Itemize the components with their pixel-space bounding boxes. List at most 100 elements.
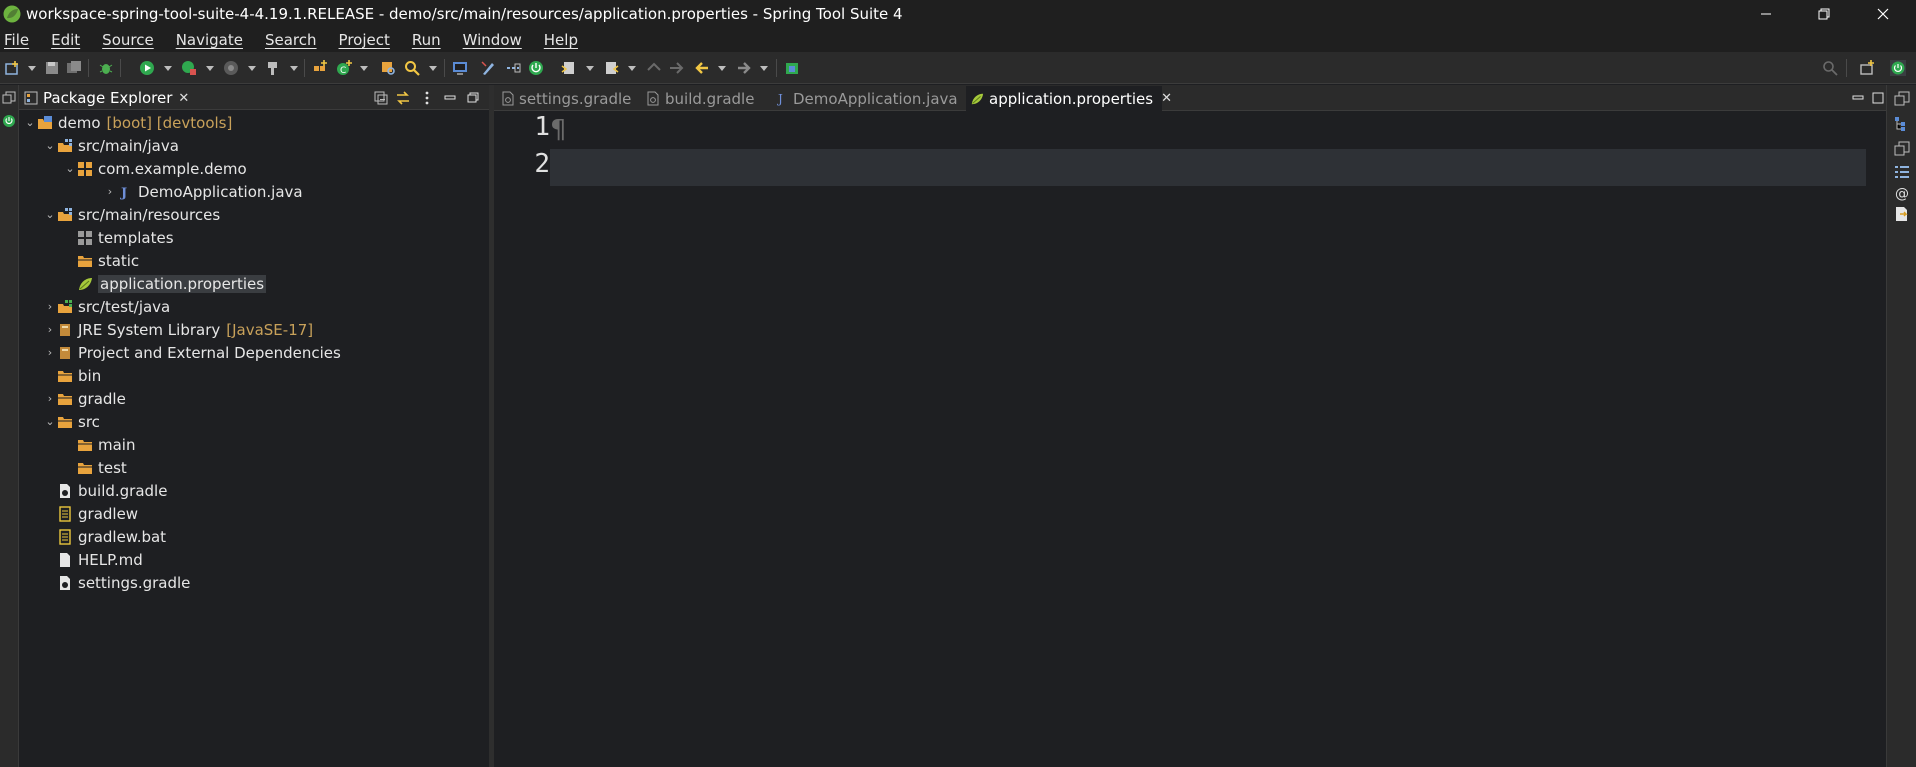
new-class-dropdown-arrow[interactable] bbox=[360, 66, 368, 71]
close-icon[interactable]: ✕ bbox=[178, 91, 189, 106]
menu-run[interactable]: Run bbox=[412, 31, 441, 49]
toggle-block-selection-icon[interactable] bbox=[505, 60, 521, 76]
new-icon[interactable] bbox=[4, 60, 20, 76]
tree-node-help-md[interactable]: HELP.md bbox=[43, 548, 143, 571]
maximize-view-icon[interactable] bbox=[465, 90, 481, 106]
tree-node-gradlew[interactable]: gradlew bbox=[43, 502, 138, 525]
forward-history-icon[interactable] bbox=[668, 60, 684, 76]
run-icon[interactable] bbox=[139, 60, 155, 76]
menu-window[interactable]: Window bbox=[463, 31, 522, 49]
build-dropdown-arrow[interactable] bbox=[290, 66, 298, 71]
chevron-right-icon[interactable]: › bbox=[43, 392, 57, 405]
collapse-all-icon[interactable] bbox=[373, 90, 389, 106]
tree-node-main[interactable]: main bbox=[63, 433, 135, 456]
chevron-down-icon[interactable]: ⌄ bbox=[43, 139, 57, 152]
tree-node-demoapplication-java[interactable]: › J DemoApplication.java bbox=[103, 180, 303, 203]
quick-access-search-icon[interactable] bbox=[1822, 60, 1838, 76]
tree-node-src-test-java[interactable]: › src/test/java bbox=[43, 295, 170, 318]
tree-node-com-example-demo[interactable]: ⌄ com.example.demo bbox=[63, 157, 246, 180]
tree-node-settings-gradle[interactable]: settings.gradle bbox=[43, 571, 190, 594]
minimize-editor-icon[interactable] bbox=[1850, 90, 1866, 106]
terminal-icon[interactable] bbox=[452, 60, 468, 76]
search-dropdown-arrow[interactable] bbox=[429, 66, 437, 71]
outline-icon[interactable] bbox=[1894, 116, 1910, 132]
new-dropdown-arrow[interactable] bbox=[28, 66, 36, 71]
minimize-view-icon[interactable] bbox=[442, 90, 458, 106]
next-annotation-icon[interactable] bbox=[561, 60, 577, 76]
link-with-editor-icon[interactable] bbox=[395, 90, 411, 106]
build-icon[interactable] bbox=[266, 60, 282, 76]
menu-navigate[interactable]: Navigate bbox=[176, 31, 243, 49]
external-tools-icon[interactable] bbox=[223, 60, 239, 76]
restore-view-icon[interactable] bbox=[2, 91, 16, 105]
close-icon[interactable]: ✕ bbox=[1161, 91, 1172, 106]
chevron-down-icon[interactable]: ⌄ bbox=[43, 415, 57, 428]
boot-dashboard-icon[interactable] bbox=[2, 114, 16, 128]
tree-node-src-main-java[interactable]: ⌄ src/main/java bbox=[43, 134, 179, 157]
tree-node-build-gradle[interactable]: build.gradle bbox=[43, 479, 167, 502]
menu-project[interactable]: Project bbox=[339, 31, 390, 49]
menu-file[interactable]: File bbox=[4, 31, 29, 49]
tab-settings-gradle[interactable]: settings.gradle bbox=[498, 86, 631, 111]
new-package-icon[interactable] bbox=[312, 60, 328, 76]
spring-boot-dashboard-icon[interactable] bbox=[528, 60, 544, 76]
chevron-right-icon[interactable]: › bbox=[43, 300, 57, 313]
menu-edit[interactable]: Edit bbox=[51, 31, 80, 49]
tree-node-bin[interactable]: bin bbox=[43, 364, 101, 387]
javadoc-icon[interactable]: @ bbox=[1894, 185, 1910, 201]
menu-source[interactable]: Source bbox=[102, 31, 154, 49]
maximize-editor-icon[interactable] bbox=[1870, 90, 1886, 106]
close-window-button[interactable] bbox=[1854, 0, 1912, 28]
chevron-right-icon[interactable]: › bbox=[103, 185, 117, 198]
chevron-down-icon[interactable]: ⌄ bbox=[43, 208, 57, 221]
tab-application-properties[interactable]: application.properties ✕ bbox=[966, 86, 1172, 111]
spring-perspective-icon[interactable] bbox=[1890, 60, 1906, 76]
next-annotation-dropdown-arrow[interactable] bbox=[586, 66, 594, 71]
chevron-right-icon[interactable]: › bbox=[43, 346, 57, 359]
back-dropdown-arrow[interactable] bbox=[718, 66, 726, 71]
save-icon[interactable] bbox=[44, 60, 60, 76]
toggle-mark-occurrences-icon[interactable] bbox=[480, 60, 496, 76]
back-icon[interactable] bbox=[694, 60, 710, 76]
tree-node-test[interactable]: test bbox=[63, 456, 127, 479]
tree-node-src-main-resources[interactable]: ⌄ src/main/resources bbox=[43, 203, 220, 226]
debug-icon[interactable] bbox=[98, 60, 114, 76]
chevron-down-icon[interactable]: ⌄ bbox=[63, 162, 77, 175]
tree-node-templates[interactable]: templates bbox=[63, 226, 174, 249]
last-edit-location-icon[interactable] bbox=[646, 60, 662, 76]
new-class-icon[interactable]: C bbox=[336, 60, 352, 76]
forward-dropdown-arrow[interactable] bbox=[760, 66, 768, 71]
open-perspective-icon[interactable] bbox=[1859, 60, 1875, 76]
previous-annotation-icon[interactable] bbox=[603, 60, 619, 76]
forward-icon[interactable] bbox=[736, 60, 752, 76]
run-coverage-icon[interactable] bbox=[181, 60, 197, 76]
previous-annotation-dropdown-arrow[interactable] bbox=[628, 66, 636, 71]
save-all-icon[interactable] bbox=[66, 60, 82, 76]
restore-button[interactable] bbox=[1795, 0, 1853, 28]
tree-node-static[interactable]: static bbox=[63, 249, 139, 272]
tree-node-gradlew-bat[interactable]: gradlew.bat bbox=[43, 525, 166, 548]
open-type-icon[interactable] bbox=[380, 60, 396, 76]
tree-node-project[interactable]: ⌄ demo [boot] [devtools] bbox=[23, 111, 232, 134]
tree-node-jre-system-library[interactable]: › JRE System Library [JavaSE-17] bbox=[43, 318, 313, 341]
restore-view-icon[interactable] bbox=[1894, 141, 1910, 157]
declaration-icon[interactable] bbox=[1894, 206, 1910, 222]
tree-node-gradle[interactable]: › gradle bbox=[43, 387, 126, 410]
pin-editor-icon[interactable] bbox=[784, 60, 800, 76]
external-tools-dropdown-arrow[interactable] bbox=[248, 66, 256, 71]
restore-view-icon[interactable] bbox=[1894, 91, 1910, 107]
text-editor[interactable]: 1 2 ¶ bbox=[494, 112, 1886, 767]
minimize-button[interactable] bbox=[1737, 0, 1795, 28]
menu-help[interactable]: Help bbox=[544, 31, 578, 49]
tree-node-project-external-dependencies[interactable]: › Project and External Dependencies bbox=[43, 341, 341, 364]
problems-list-icon[interactable] bbox=[1894, 164, 1910, 180]
chevron-down-icon[interactable]: ⌄ bbox=[23, 116, 37, 129]
tree-node-src[interactable]: ⌄ src bbox=[43, 410, 100, 433]
chevron-right-icon[interactable]: › bbox=[43, 323, 57, 336]
menu-search[interactable]: Search bbox=[265, 31, 317, 49]
tab-build-gradle[interactable]: build.gradle bbox=[642, 86, 762, 111]
view-menu-icon[interactable] bbox=[419, 90, 435, 106]
tree-node-application-properties[interactable]: application.properties bbox=[63, 272, 267, 295]
search-icon[interactable] bbox=[404, 60, 420, 76]
run-dropdown-arrow[interactable] bbox=[164, 66, 172, 71]
